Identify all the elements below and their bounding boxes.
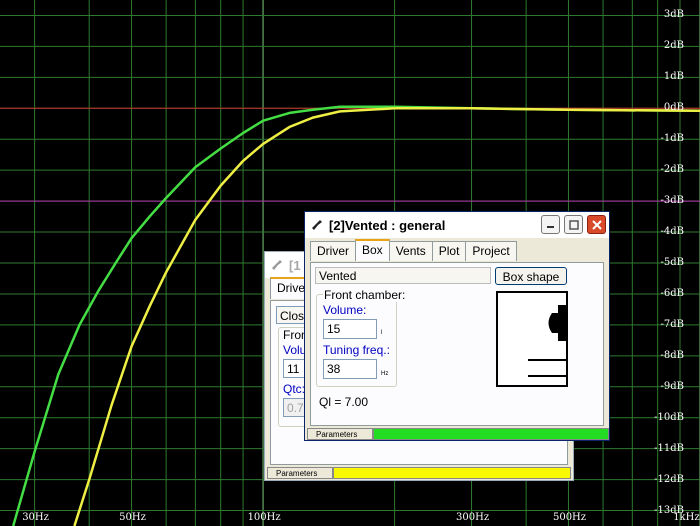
y-tick-label: 1dB (663, 71, 684, 83)
x-tick-label: 100Hz (247, 512, 281, 523)
x-tick-label: 500Hz (552, 512, 587, 523)
speaker-app-icon (312, 220, 322, 230)
vent-line-bottom (528, 375, 567, 377)
y-tick-label: -9dB (660, 380, 685, 392)
y-tick-label: -7dB (660, 318, 685, 330)
front-status-bar: Parameters (307, 428, 609, 440)
close-button[interactable] (587, 215, 606, 234)
volume-unit: l (381, 330, 383, 336)
back-window-title: [1 (289, 257, 301, 273)
x-tick-label: 1kHz (673, 512, 700, 523)
y-tick-label: -3dB (660, 195, 685, 207)
y-tick-label: 2dB (663, 40, 684, 52)
y-tick-label: -12dB (654, 473, 684, 485)
tuning-freq-label: Tuning freq.: (323, 343, 390, 357)
speaker-app-icon (272, 260, 282, 270)
x-tick-label: 30Hz (22, 512, 49, 523)
tuning-freq-input[interactable]: 38 (323, 359, 377, 379)
y-tick-label: -2dB (660, 164, 685, 176)
vent-line-top (528, 359, 567, 361)
front-window-title: [2]Vented : general (329, 217, 446, 233)
close-icon (591, 219, 602, 230)
tab-vents[interactable]: Vents (388, 241, 433, 261)
y-tick-label: 3dB (663, 9, 684, 21)
y-tick-label: -8dB (660, 349, 685, 361)
front-tab-strip: Driver Box Vents Plot Project (310, 239, 517, 261)
box-shape-preview (496, 291, 568, 387)
box-shape-button[interactable]: Box shape (495, 267, 567, 285)
y-tick-label: -1dB (660, 133, 685, 145)
back-volume-label: Volu (283, 343, 307, 357)
volume-label: Volume: (323, 303, 367, 317)
tuning-freq-unit: Hz (381, 371, 389, 377)
tab-driver[interactable]: Driver (310, 241, 356, 261)
tab-project[interactable]: Project (465, 241, 517, 261)
ql-readout: Ql = 7.00 (319, 395, 369, 409)
maximize-icon (568, 219, 579, 230)
back-qtc-label: Qtc: (283, 382, 306, 396)
y-tick-label: 0dB (663, 102, 684, 114)
minimize-icon (547, 226, 554, 228)
tab-box[interactable]: Box (355, 239, 390, 261)
y-tick-label: -6dB (660, 287, 685, 299)
y-tick-label: -5dB (660, 257, 685, 268)
maximize-button[interactable] (564, 215, 583, 234)
front-window[interactable]: [2]Vented : general Driver Box Vents Plot Pr… (304, 211, 610, 441)
reference-lines (0, 107, 700, 202)
back-status-bar: Parameters (267, 467, 571, 479)
y-tick-label: -10dB (654, 411, 684, 423)
x-tick-label: 300Hz (456, 512, 490, 523)
box-type-field: Vented (315, 267, 491, 284)
minimize-button[interactable] (541, 215, 560, 234)
front-status-indicator (373, 428, 609, 440)
back-status-label: Parameters (267, 467, 333, 479)
front-chamber-label: Front chamber: (323, 288, 407, 302)
volume-input[interactable]: 15 (323, 319, 377, 339)
tab-plot[interactable]: Plot (431, 241, 467, 261)
y-tick-label: -4dB (660, 226, 685, 238)
x-tick-label: 50Hz (119, 512, 146, 523)
back-status-indicator (333, 467, 571, 479)
front-status-label: Parameters (307, 428, 373, 440)
y-tick-label: -11dB (654, 442, 684, 454)
